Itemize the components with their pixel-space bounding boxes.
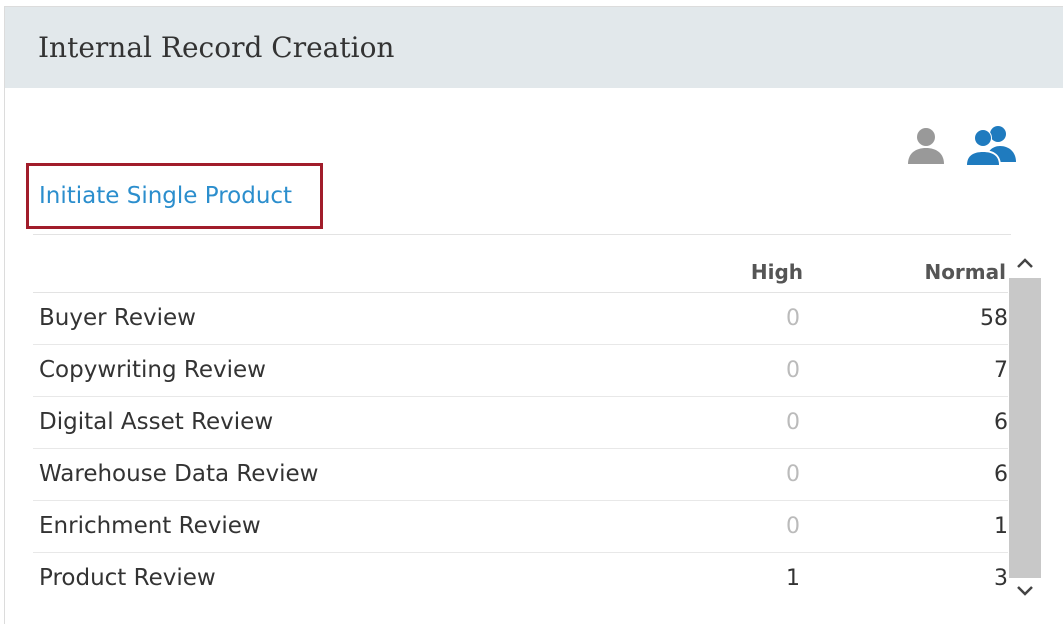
table-row[interactable]: Product Review 1 3 xyxy=(33,553,1008,605)
panel-header: Internal Record Creation xyxy=(5,7,1063,88)
row-name: Warehouse Data Review xyxy=(39,461,319,487)
table-row[interactable]: Enrichment Review 0 1 xyxy=(33,501,1008,553)
row-name: Enrichment Review xyxy=(39,513,261,539)
divider xyxy=(33,234,1011,235)
table-row[interactable]: Buyer Review 0 58 xyxy=(33,293,1008,345)
normal-count: 6 xyxy=(994,410,1008,435)
people-icon[interactable] xyxy=(962,124,1018,168)
high-count: 0 xyxy=(786,462,800,487)
row-name: Product Review xyxy=(39,565,216,591)
high-count: 0 xyxy=(786,410,800,435)
normal-count: 58 xyxy=(980,306,1008,331)
scroll-up-arrow-icon[interactable] xyxy=(1007,248,1043,278)
review-counts-table: High Normal Buyer Review 0 58 Copywritin… xyxy=(33,244,1046,610)
normal-count: 6 xyxy=(994,462,1008,487)
high-count: 0 xyxy=(786,306,800,331)
scrollbar-thumb[interactable] xyxy=(1009,278,1041,578)
row-name: Buyer Review xyxy=(39,305,196,331)
scroll-down-arrow-icon[interactable] xyxy=(1007,576,1043,606)
panel-title: Internal Record Creation xyxy=(38,31,395,64)
initiate-single-product-link[interactable]: Initiate Single Product xyxy=(39,183,292,209)
row-name: Digital Asset Review xyxy=(39,409,274,435)
column-header-normal[interactable]: Normal xyxy=(924,260,1006,284)
person-icon[interactable] xyxy=(904,126,948,166)
normal-count: 1 xyxy=(994,514,1008,539)
row-name: Copywriting Review xyxy=(39,357,266,383)
normal-count: 3 xyxy=(994,566,1008,591)
high-count: 0 xyxy=(786,514,800,539)
high-count: 1 xyxy=(786,566,800,591)
table-scrollbar[interactable] xyxy=(1007,248,1043,606)
high-count: 0 xyxy=(786,358,800,383)
normal-count: 7 xyxy=(994,358,1008,383)
table-row[interactable]: Warehouse Data Review 0 6 xyxy=(33,449,1008,501)
column-header-high[interactable]: High xyxy=(751,260,803,284)
table-row[interactable]: Copywriting Review 0 7 xyxy=(33,345,1008,397)
table-row[interactable]: Digital Asset Review 0 6 xyxy=(33,397,1008,449)
